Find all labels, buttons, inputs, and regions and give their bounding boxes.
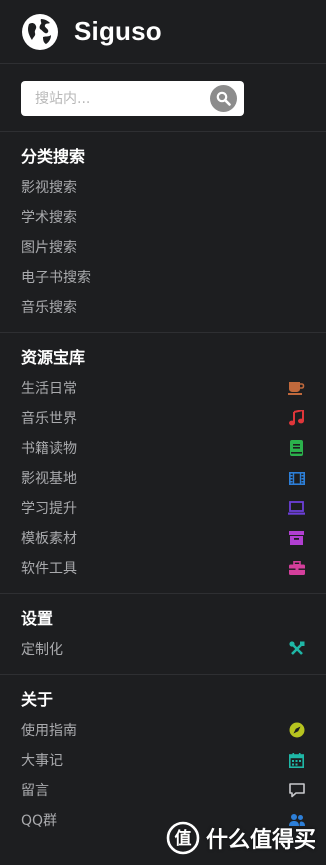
nav-item-academic-search[interactable]: 学术搜索 [21,202,326,232]
comment-icon [288,782,305,799]
nav-item-daily-life[interactable]: 生活日常 [21,373,326,403]
nav-item-label: 生活日常 [21,381,77,397]
nav-item-customize[interactable]: 定制化 [21,634,326,664]
nav-item-milestones[interactable]: 大事记 [21,745,326,775]
calendar-icon [288,752,305,769]
search-icon [216,91,231,106]
archive-box-icon [288,530,305,547]
nav-item-label: 软件工具 [21,561,77,577]
section-title: 设置 [21,609,54,628]
globe-icon[interactable] [21,13,59,51]
nav-item-label: 大事记 [21,753,63,769]
section-title: 关于 [21,690,54,709]
nav-item-learning[interactable]: 学习提升 [21,493,326,523]
nav-item-label: 留言 [21,783,49,799]
nav-item-label: 定制化 [21,642,63,658]
search-box [21,81,244,116]
nav-item-templates[interactable]: 模板素材 [21,523,326,553]
header: Siguso [0,0,326,64]
nav-item-label: 音乐世界 [21,411,77,427]
nav-item-label: 影视搜索 [21,180,77,196]
coffee-cup-icon [288,380,305,397]
watermark: 值 什么值得买 [166,821,316,855]
nav-item-label: 学习提升 [21,501,77,517]
nav-item-image-search[interactable]: 图片搜索 [21,232,326,262]
section-title: 分类搜索 [21,147,86,166]
nav-item-video-search[interactable]: 影视搜索 [21,172,326,202]
compass-icon [288,722,305,739]
nav-item-label: 音乐搜索 [21,300,77,316]
wrench-screwdriver-icon [288,641,305,658]
section-about: 关于 使用指南 大事记 留言 QQ群 [0,674,326,845]
nav-item-message[interactable]: 留言 [21,775,326,805]
nav-item-guide[interactable]: 使用指南 [21,715,326,745]
nav-item-label: 电子书搜索 [21,270,91,286]
nav-item-film-base[interactable]: 影视基地 [21,463,326,493]
laptop-icon [288,500,305,517]
section-settings: 设置 定制化 [0,593,326,674]
search-area [0,64,326,131]
nav-item-label: 使用指南 [21,723,77,739]
section-title: 资源宝库 [21,348,86,367]
music-note-icon [288,410,305,427]
section-resource-library: 资源宝库 生活日常 音乐世界 书籍读物 影视基地 学习提升 模板素材 软件工具 [0,332,326,593]
nav-item-ebook-search[interactable]: 电子书搜索 [21,262,326,292]
search-input[interactable] [21,81,201,116]
app-title[interactable]: Siguso [74,16,162,47]
nav-item-label: 图片搜索 [21,240,77,256]
nav-item-label: 模板素材 [21,531,77,547]
nav-item-label: 学术搜索 [21,210,77,226]
zhi-logo-icon: 值 [166,821,200,855]
nav-item-label: 影视基地 [21,471,77,487]
svg-text:值: 值 [174,828,191,849]
nav-item-music-world[interactable]: 音乐世界 [21,403,326,433]
nav-item-books[interactable]: 书籍读物 [21,433,326,463]
search-button[interactable] [210,85,237,112]
section-category-search: 分类搜索 影视搜索 学术搜索 图片搜索 电子书搜索 音乐搜索 [0,131,326,332]
book-icon [288,440,305,457]
nav-item-music-search[interactable]: 音乐搜索 [21,292,326,322]
nav-item-software-tools[interactable]: 软件工具 [21,553,326,583]
nav-item-label: QQ群 [21,813,58,829]
watermark-text: 什么值得买 [205,828,316,853]
film-icon [288,470,305,487]
toolbox-icon [288,560,305,577]
nav-item-label: 书籍读物 [21,441,77,457]
